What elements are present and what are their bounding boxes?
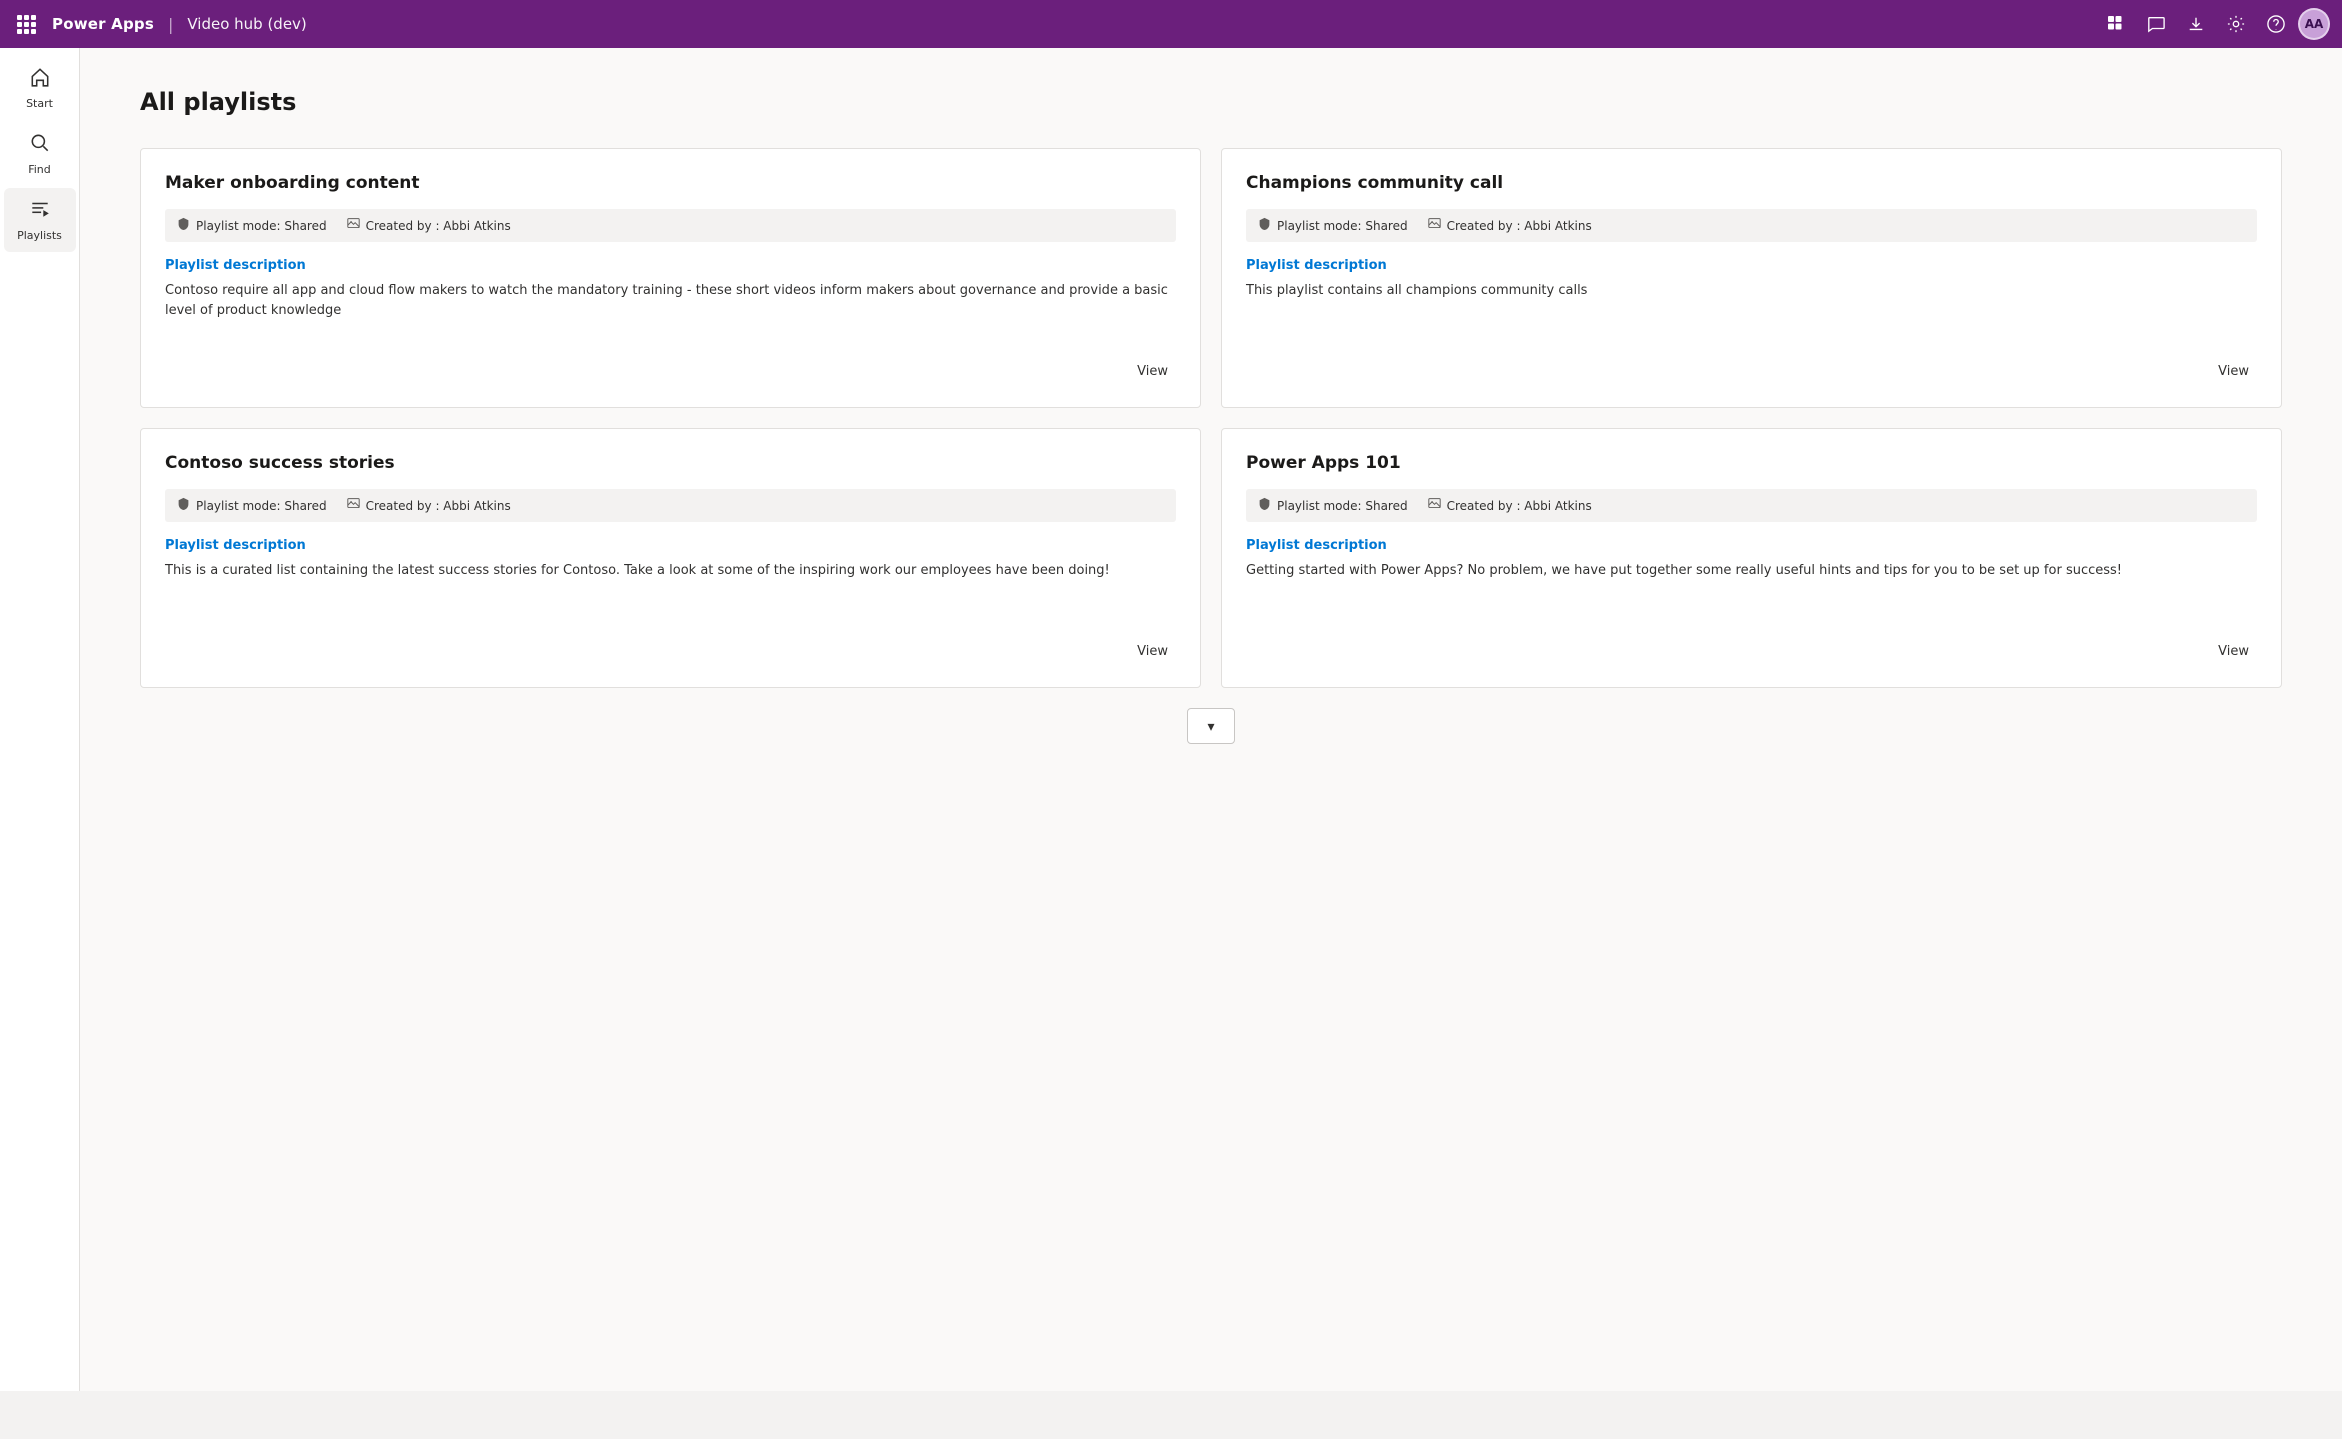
- card-meta-champions: Playlist mode: Shared Created by : Abbi …: [1246, 209, 2257, 242]
- card-meta-powerapps101: Playlist mode: Shared Created by : Abbi …: [1246, 489, 2257, 522]
- waffle-icon: [17, 15, 36, 34]
- sidebar-playlists-label: Playlists: [17, 229, 62, 242]
- description-text-maker-onboarding: Contoso require all app and cloud flow m…: [165, 281, 1176, 344]
- description-label-champions[interactable]: Playlist description: [1246, 258, 2257, 273]
- view-btn-champions[interactable]: View: [2210, 360, 2257, 383]
- playlist-card-contoso[interactable]: Contoso success stories Playlist mode: S…: [140, 428, 1201, 688]
- created-by-champions: Created by : Abbi Atkins: [1428, 217, 1592, 234]
- created-by-text: Created by : Abbi Atkins: [366, 219, 511, 233]
- image-icon: [347, 217, 360, 234]
- created-by-text-2: Created by : Abbi Atkins: [1447, 219, 1592, 233]
- description-text-contoso: This is a curated list containing the la…: [165, 561, 1176, 624]
- sidebar-item-playlists[interactable]: Playlists: [4, 188, 76, 252]
- sidebar-find-label: Find: [28, 163, 51, 176]
- shield-icon-2: [1258, 217, 1271, 234]
- playlists-icon: [29, 198, 51, 225]
- page-title: All playlists: [140, 88, 2282, 116]
- topbar-chat-icon-btn[interactable]: [2138, 6, 2174, 42]
- view-btn-contoso[interactable]: View: [1129, 640, 1176, 663]
- topbar-app-name: Video hub (dev): [187, 15, 306, 33]
- description-text-champions: This playlist contains all champions com…: [1246, 281, 2257, 344]
- playlist-mode-text-2: Playlist mode: Shared: [1277, 219, 1408, 233]
- home-icon: [29, 66, 51, 93]
- card-meta-maker-onboarding: Playlist mode: Shared Created by : Abbi …: [165, 209, 1176, 242]
- topbar-download-icon-btn[interactable]: [2178, 6, 2214, 42]
- sidebar-item-start[interactable]: Start: [4, 56, 76, 120]
- created-by-powerapps101: Created by : Abbi Atkins: [1428, 497, 1592, 514]
- topbar-settings-icon-btn[interactable]: [2218, 6, 2254, 42]
- topbar-right-actions: AA: [2098, 6, 2330, 42]
- shield-icon: [177, 217, 190, 234]
- shield-icon-4: [1258, 497, 1271, 514]
- view-btn-powerapps101[interactable]: View: [2210, 640, 2257, 663]
- playlist-mode-maker-onboarding: Playlist mode: Shared: [177, 217, 327, 234]
- app-layout: Start Find Playlists: [0, 48, 2342, 1391]
- image-icon-4: [1428, 497, 1441, 514]
- chat-icon: [2147, 15, 2165, 33]
- download-icon: [2187, 15, 2205, 33]
- topbar-help-icon-btn[interactable]: [2258, 6, 2294, 42]
- card-title-contoso: Contoso success stories: [165, 453, 1176, 473]
- topbar-apps-icon-btn[interactable]: [2098, 6, 2134, 42]
- playlist-mode-champions: Playlist mode: Shared: [1258, 217, 1408, 234]
- waffle-menu-button[interactable]: [12, 10, 40, 38]
- playlist-card-maker-onboarding[interactable]: Maker onboarding content Playlist mode: …: [140, 148, 1201, 408]
- topbar: Power Apps | Video hub (dev): [0, 0, 2342, 48]
- created-by-text-4: Created by : Abbi Atkins: [1447, 499, 1592, 513]
- main-content: All playlists Maker onboarding content P…: [80, 48, 2342, 1391]
- card-title-champions: Champions community call: [1246, 173, 2257, 193]
- topbar-brand: Power Apps: [52, 15, 154, 33]
- playlist-mode-text: Playlist mode: Shared: [196, 219, 327, 233]
- playlist-mode-powerapps101: Playlist mode: Shared: [1258, 497, 1408, 514]
- playlist-mode-text-4: Playlist mode: Shared: [1277, 499, 1408, 513]
- playlist-mode-text-3: Playlist mode: Shared: [196, 499, 327, 513]
- search-icon: [29, 132, 51, 159]
- user-avatar[interactable]: AA: [2298, 8, 2330, 40]
- playlist-card-champions[interactable]: Champions community call Playlist mode: …: [1221, 148, 2282, 408]
- scroll-down-button[interactable]: ▾: [1187, 708, 1235, 744]
- shield-icon-3: [177, 497, 190, 514]
- image-icon-3: [347, 497, 360, 514]
- description-label-maker-onboarding[interactable]: Playlist description: [165, 258, 1176, 273]
- sidebar: Start Find Playlists: [0, 48, 80, 1391]
- topbar-separator: |: [168, 15, 173, 34]
- playlists-grid: Maker onboarding content Playlist mode: …: [140, 148, 2282, 688]
- image-icon-2: [1428, 217, 1441, 234]
- playlist-card-powerapps101[interactable]: Power Apps 101 Playlist mode: Shared Cre…: [1221, 428, 2282, 688]
- description-label-powerapps101[interactable]: Playlist description: [1246, 538, 2257, 553]
- sidebar-start-label: Start: [26, 97, 53, 110]
- apps-icon: [2107, 15, 2125, 33]
- scroll-down-container: ▾: [140, 688, 2282, 754]
- card-meta-contoso: Playlist mode: Shared Created by : Abbi …: [165, 489, 1176, 522]
- created-by-text-3: Created by : Abbi Atkins: [366, 499, 511, 513]
- card-title-powerapps101: Power Apps 101: [1246, 453, 2257, 473]
- sidebar-item-find[interactable]: Find: [4, 122, 76, 186]
- card-title-maker-onboarding: Maker onboarding content: [165, 173, 1176, 193]
- chevron-down-icon: ▾: [1207, 718, 1214, 735]
- settings-icon: [2227, 15, 2245, 33]
- created-by-contoso: Created by : Abbi Atkins: [347, 497, 511, 514]
- description-label-contoso[interactable]: Playlist description: [165, 538, 1176, 553]
- playlist-mode-contoso: Playlist mode: Shared: [177, 497, 327, 514]
- created-by-maker-onboarding: Created by : Abbi Atkins: [347, 217, 511, 234]
- help-icon: [2267, 15, 2285, 33]
- view-btn-maker-onboarding[interactable]: View: [1129, 360, 1176, 383]
- description-text-powerapps101: Getting started with Power Apps? No prob…: [1246, 561, 2257, 624]
